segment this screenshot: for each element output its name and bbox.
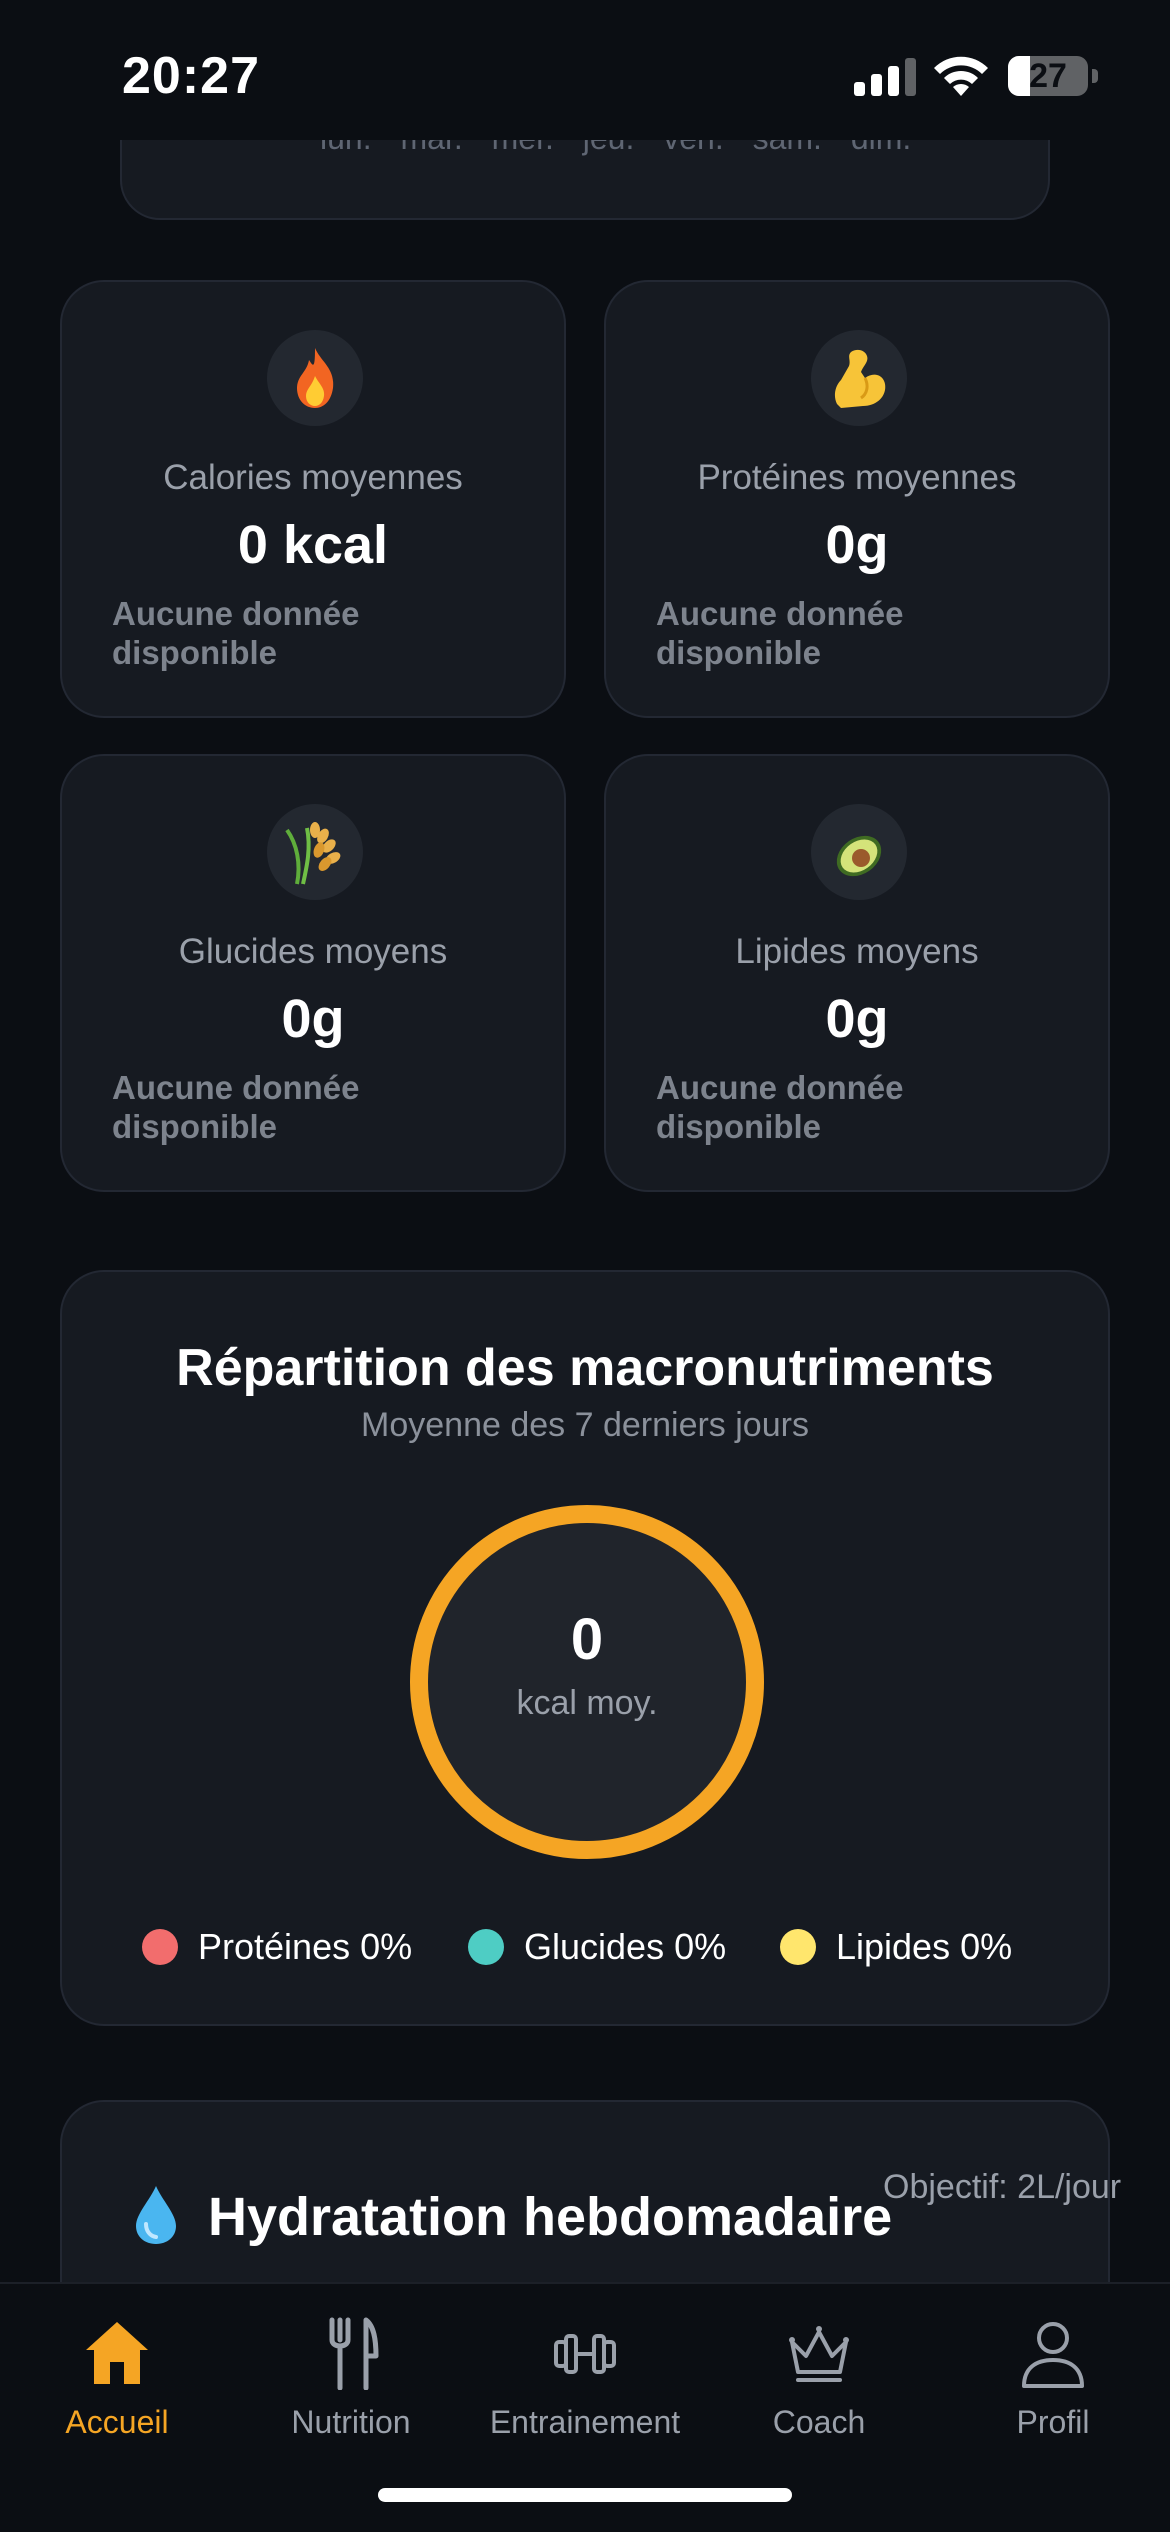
legend-label: Glucides 0% [524, 1926, 727, 1967]
stat-note: Aucune donnée disponible [656, 1069, 904, 1145]
legend-dot [468, 1929, 504, 1965]
crown-icon [789, 2326, 849, 2382]
avocado-icon [811, 804, 907, 900]
tab-coach[interactable]: Coach [702, 2302, 936, 2452]
stat-note: Aucune donnée disponible [112, 595, 360, 671]
status-time: 20:27 [122, 47, 260, 105]
water-drop-icon [136, 2186, 176, 2244]
flexed-biceps-icon [811, 330, 907, 426]
tab-profil[interactable]: Profil [936, 2302, 1170, 2452]
legend-item-carbs: Glucides 0% [468, 1922, 726, 1972]
tab-label: Nutrition [291, 2404, 411, 2440]
carbs-card[interactable]: Glucides moyens 0g Aucune donnée disponi… [60, 754, 566, 1192]
legend-label: Lipides 0% [836, 1926, 1013, 1967]
fire-icon [267, 330, 363, 426]
average-kcal-unit: kcal moy. [516, 1684, 658, 1722]
tab-label: Profil [1016, 2404, 1090, 2440]
stat-note: Aucune donnée disponible [112, 1069, 360, 1145]
stat-value: 0 kcal [237, 515, 389, 575]
fats-card[interactable]: Lipides moyens 0g Aucune donnée disponib… [604, 754, 1110, 1192]
tab-label: Entrainement [489, 2404, 681, 2440]
macro-title: Répartition des macronutriments [176, 1339, 994, 1397]
macro-breakdown-card: Répartition des macronutriments Moyenne … [60, 1270, 1110, 2026]
legend-item-fats: Lipides 0% [780, 1922, 1012, 1972]
stat-value: 0g [281, 989, 345, 1049]
proteins-card[interactable]: Protéines moyennes 0g Aucune donnée disp… [604, 280, 1110, 718]
average-kcal-value: 0 [570, 1607, 604, 1672]
hydration-goal: Objectif: 2L/jour [883, 2168, 1122, 2206]
stat-label: Protéines moyennes [697, 458, 1017, 497]
cellular-signal-icon [854, 56, 916, 96]
legend-label: Protéines 0% [198, 1926, 413, 1967]
user-icon [1022, 2322, 1084, 2388]
legend-item-proteins: Protéines 0% [142, 1922, 412, 1972]
battery-icon: 27 [1008, 56, 1098, 96]
stat-value: 0g [825, 989, 889, 1049]
home-icon [86, 2322, 148, 2384]
stat-label: Calories moyennes [163, 458, 463, 497]
legend-dot [780, 1929, 816, 1965]
tab-accueil[interactable]: Accueil [0, 2302, 234, 2452]
tab-label: Coach [772, 2404, 866, 2440]
stat-value: 0g [825, 515, 889, 575]
battery-percentage: 27 [1029, 57, 1067, 95]
rice-icon [267, 804, 363, 900]
dumbbell-icon [554, 2334, 616, 2374]
stat-note: Aucune donnée disponible [656, 595, 904, 671]
macro-donut-ring [410, 1505, 764, 1859]
calories-card[interactable]: Calories moyennes 0 kcal Aucune donnée d… [60, 280, 566, 718]
wifi-icon [934, 56, 988, 96]
home-indicator[interactable] [378, 2488, 792, 2502]
status-bar: 20:27 27 [0, 0, 1170, 140]
tab-entrainement[interactable]: Entrainement [468, 2302, 702, 2452]
stat-label: Glucides moyens [178, 932, 448, 971]
legend-dot [142, 1929, 178, 1965]
fork-knife-icon [329, 2317, 379, 2390]
hydration-title: Hydratation hebdomadaire [208, 2187, 893, 2247]
macro-subtitle: Moyenne des 7 derniers jours [361, 1406, 809, 1444]
tab-nutrition[interactable]: Nutrition [234, 2302, 468, 2452]
macro-donut: 0 kcal moy. [407, 1502, 767, 1862]
tab-label: Accueil [65, 2404, 169, 2440]
stat-label: Lipides moyens [735, 932, 979, 971]
